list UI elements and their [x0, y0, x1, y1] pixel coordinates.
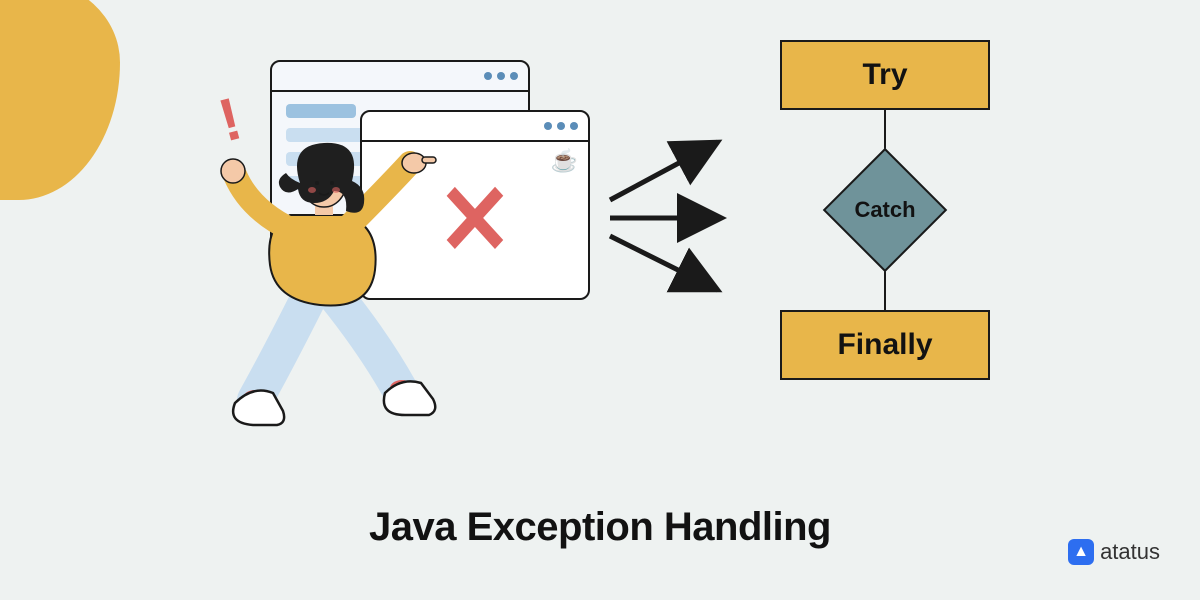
window-dot-icon	[544, 122, 552, 130]
window-dot-icon	[557, 122, 565, 130]
flow-connector	[884, 110, 886, 150]
flow-label: Try	[862, 58, 907, 92]
hero-illustration: ! ☕ ✕	[180, 50, 590, 420]
brand-name: atatus	[1100, 539, 1160, 565]
brand-badge: ▲ atatus	[1068, 539, 1160, 565]
flowchart: Try Catch Finally	[770, 40, 1000, 420]
window-dot-icon	[484, 72, 492, 80]
brand-logo-icon: ▲	[1068, 539, 1094, 565]
window-titlebar	[272, 62, 528, 92]
flow-box-try: Try	[780, 40, 990, 110]
flow-label: Catch	[854, 197, 915, 223]
flow-box-finally: Finally	[780, 310, 990, 380]
window-dot-icon	[497, 72, 505, 80]
flow-label: Finally	[837, 328, 932, 362]
window-dot-icon	[510, 72, 518, 80]
flow-diamond-catch: Catch	[825, 150, 945, 270]
flow-arrows	[600, 130, 740, 300]
placeholder-line	[286, 104, 356, 118]
decorative-blob	[0, 0, 120, 200]
window-dot-icon	[570, 122, 578, 130]
flow-connector	[884, 270, 886, 310]
page-title: Java Exception Handling	[0, 505, 1200, 550]
java-cup-icon: ☕	[551, 148, 578, 174]
person-illustration	[200, 135, 460, 435]
